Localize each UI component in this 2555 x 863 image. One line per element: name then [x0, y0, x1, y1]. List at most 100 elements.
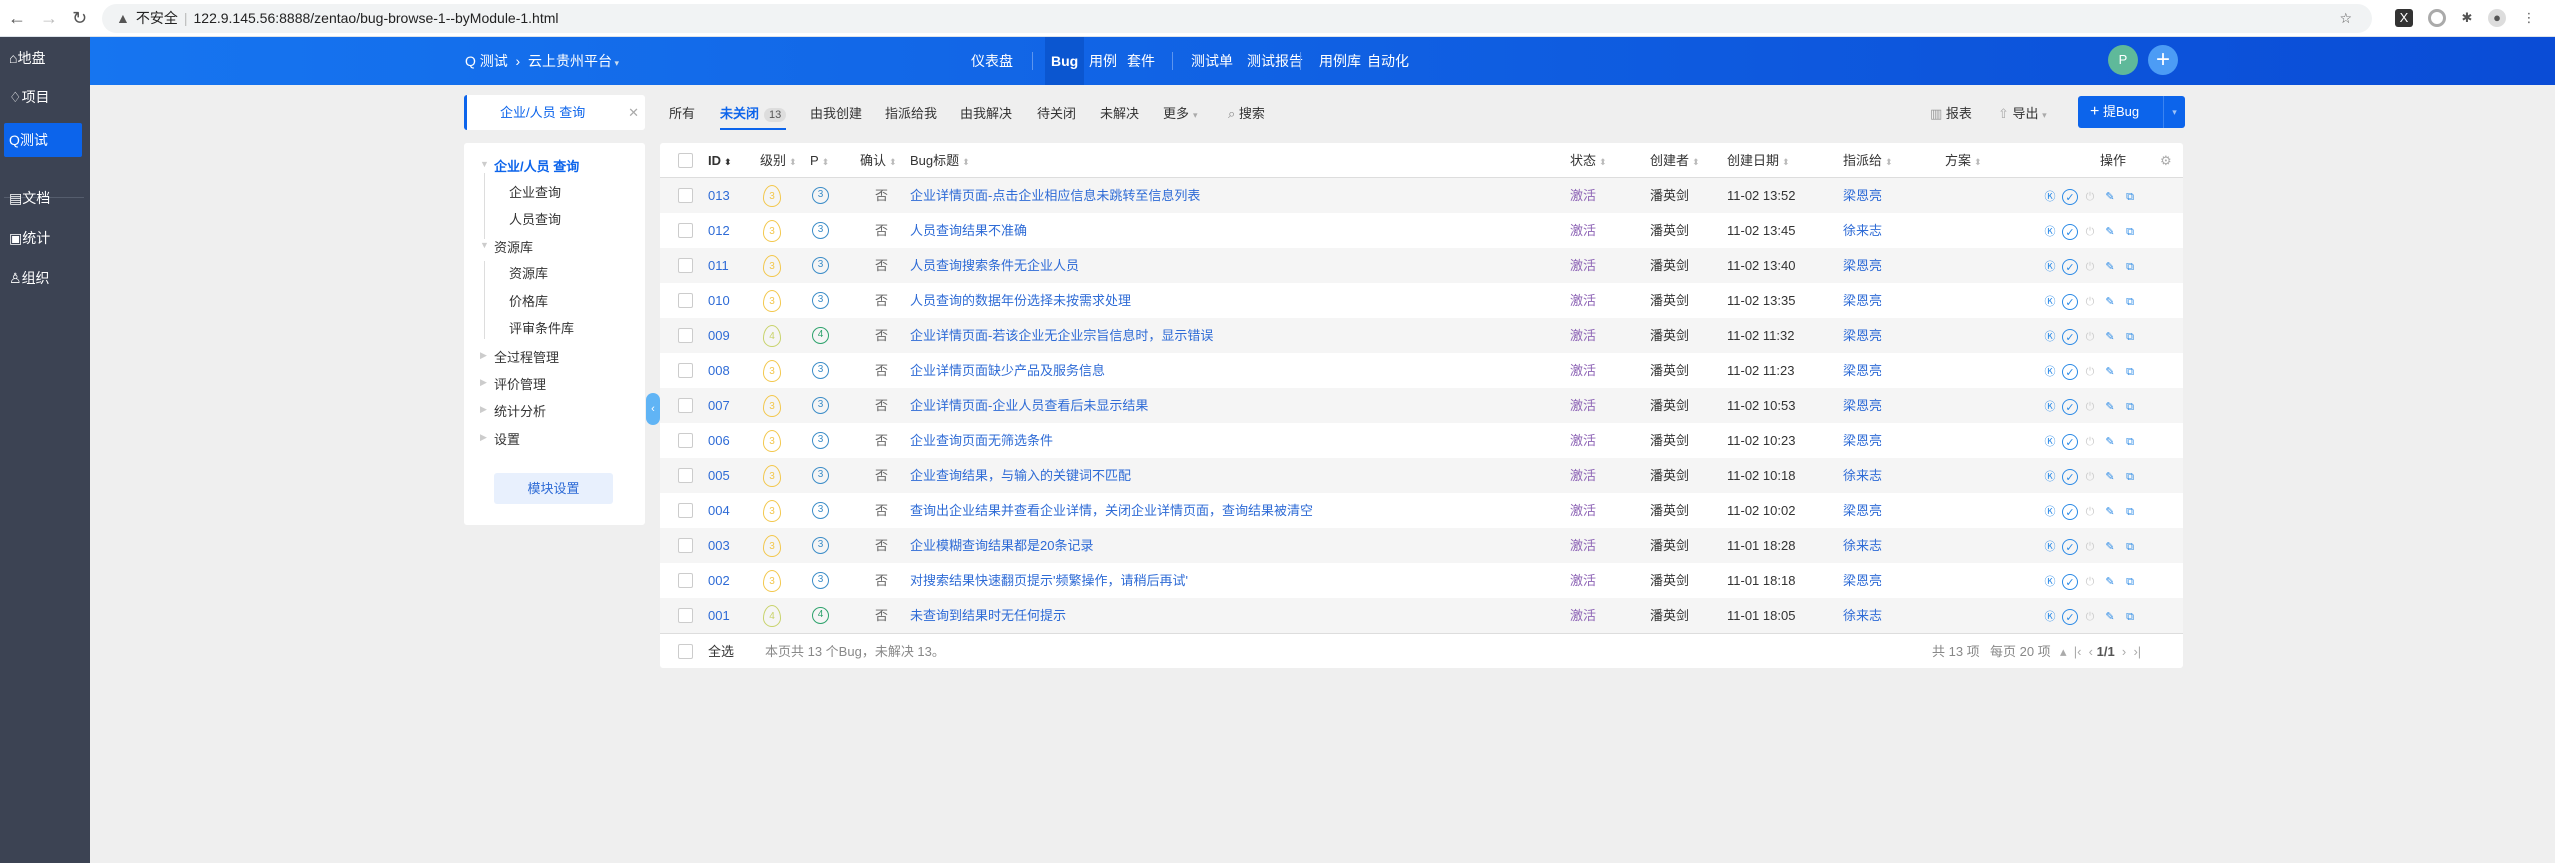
edit-icon[interactable]: ✎ — [2102, 189, 2118, 205]
extension-circle-icon[interactable] — [2428, 9, 2446, 27]
row-checkbox[interactable] — [678, 328, 693, 343]
assignee-link[interactable]: 徐来志 — [1843, 598, 1882, 633]
filter-tab[interactable]: 所有 — [669, 103, 695, 122]
resolve-check-icon[interactable]: ✓ — [2062, 608, 2078, 625]
copy-icon[interactable]: ⧉ — [2122, 399, 2138, 415]
confirm-ok-icon[interactable]: Ⓚ — [2042, 364, 2058, 380]
resolve-check-icon[interactable]: ✓ — [2062, 258, 2078, 275]
resolve-check-icon[interactable]: ✓ — [2062, 188, 2078, 205]
row-checkbox[interactable] — [678, 503, 693, 518]
tree-node[interactable]: 资源库 — [509, 263, 548, 282]
nav-tab[interactable]: 用例库 — [1313, 37, 1367, 85]
row-checkbox[interactable] — [678, 188, 693, 203]
create-plus-button[interactable]: + — [2148, 45, 2178, 75]
copy-icon[interactable]: ⧉ — [2122, 469, 2138, 485]
confirm-ok-icon[interactable]: Ⓚ — [2042, 609, 2058, 625]
row-checkbox[interactable] — [678, 538, 693, 553]
tree-node[interactable]: 评价管理 — [494, 374, 546, 393]
export-button[interactable]: ⇧ 导出 ▾ — [1998, 103, 2047, 122]
row-checkbox[interactable] — [678, 608, 693, 623]
assignee-link[interactable]: 徐来志 — [1843, 213, 1882, 248]
filter-tab[interactable]: 指派给我 — [885, 103, 937, 122]
pagination-controls[interactable]: ▴ |‹ ‹ 1/1 › ›| — [2060, 634, 2141, 669]
bug-title-link[interactable]: 人员查询的数据年份选择未按需求处理 — [910, 283, 1131, 318]
close-power-icon[interactable]: ⏻ — [2082, 259, 2098, 275]
confirm-ok-icon[interactable]: Ⓚ — [2042, 399, 2058, 415]
bug-id-link[interactable]: 006 — [708, 423, 730, 458]
copy-icon[interactable]: ⧉ — [2122, 294, 2138, 310]
edit-icon[interactable]: ✎ — [2102, 469, 2118, 485]
edit-icon[interactable]: ✎ — [2102, 574, 2118, 590]
bug-id-link[interactable]: 007 — [708, 388, 730, 423]
confirm-ok-icon[interactable]: Ⓚ — [2042, 539, 2058, 555]
caret-right-icon[interactable]: ▶ — [480, 377, 487, 388]
copy-icon[interactable]: ⧉ — [2122, 434, 2138, 450]
bug-title-link[interactable]: 企业详情页面-企业人员查看后未显示结果 — [910, 388, 1148, 423]
extension-x-icon[interactable]: X — [2395, 9, 2413, 27]
column-header[interactable]: 创建日期 ⬍ — [1727, 143, 1790, 180]
column-header[interactable]: 级别 ⬍ — [760, 143, 797, 180]
column-header[interactable]: Bug标题 ⬍ — [910, 143, 970, 180]
star-icon[interactable]: ☆ — [2339, 4, 2352, 33]
resolve-check-icon[interactable]: ✓ — [2062, 363, 2078, 380]
assignee-link[interactable]: 梁恩亮 — [1843, 178, 1882, 213]
assignee-link[interactable]: 梁恩亮 — [1843, 388, 1882, 423]
copy-icon[interactable]: ⧉ — [2122, 609, 2138, 625]
bug-title-link[interactable]: 企业查询页面无筛选条件 — [910, 423, 1053, 458]
edit-icon[interactable]: ✎ — [2102, 609, 2118, 625]
row-checkbox[interactable] — [678, 293, 693, 308]
collapse-sidebar-button[interactable]: ‹ — [646, 393, 660, 425]
bug-title-link[interactable]: 查询出企业结果并查看企业详情，关闭企业详情页面，查询结果被清空 — [910, 493, 1313, 528]
column-header[interactable]: P ⬍ — [810, 143, 829, 180]
bug-title-link[interactable]: 人员查询搜索条件无企业人员 — [910, 248, 1079, 283]
filter-tab[interactable]: 待关闭 — [1037, 103, 1076, 122]
nav-tab[interactable]: 测试报告 — [1241, 37, 1309, 85]
edit-icon[interactable]: ✎ — [2102, 364, 2118, 380]
bug-id-link[interactable]: 013 — [708, 178, 730, 213]
close-power-icon[interactable]: ⏻ — [2082, 224, 2098, 240]
edit-icon[interactable]: ✎ — [2102, 504, 2118, 520]
resolve-check-icon[interactable]: ✓ — [2062, 573, 2078, 590]
sidebar-item-stats[interactable]: ▣统计 — [4, 221, 82, 255]
resolve-check-icon[interactable]: ✓ — [2062, 223, 2078, 240]
close-power-icon[interactable]: ⏻ — [2082, 364, 2098, 380]
per-page-select[interactable]: 每页 20 项 — [1990, 634, 2051, 669]
column-header[interactable]: 方案 ⬍ — [1945, 143, 1982, 180]
resolve-check-icon[interactable]: ✓ — [2062, 293, 2078, 310]
copy-icon[interactable]: ⧉ — [2122, 364, 2138, 380]
bug-id-link[interactable]: 003 — [708, 528, 730, 563]
close-power-icon[interactable]: ⏻ — [2082, 469, 2098, 485]
confirm-ok-icon[interactable]: Ⓚ — [2042, 469, 2058, 485]
tree-node[interactable]: 企业查询 — [509, 182, 561, 201]
row-checkbox[interactable] — [678, 258, 693, 273]
bug-title-link[interactable]: 未查询到结果时无任何提示 — [910, 598, 1066, 633]
nav-tab[interactable]: 套件 — [1121, 37, 1161, 85]
tree-node[interactable]: 人员查询 — [509, 209, 561, 228]
address-bar[interactable]: ▲ 不安全 | 122.9.145.56:8888/zentao/bug-browse… — [102, 4, 2372, 33]
edit-icon[interactable]: ✎ — [2102, 539, 2118, 555]
close-icon[interactable]: ✕ — [628, 95, 639, 130]
module-settings-button[interactable]: 模块设置 — [494, 473, 613, 504]
profile-icon[interactable]: ● — [2488, 9, 2506, 27]
nav-tab[interactable]: 测试单 — [1185, 37, 1239, 85]
edit-icon[interactable]: ✎ — [2102, 434, 2118, 450]
bug-title-link[interactable]: 企业模糊查询结果都是20条记录 — [910, 528, 1093, 563]
column-header[interactable]: ID ⬍ — [708, 143, 732, 180]
assignee-link[interactable]: 梁恩亮 — [1843, 493, 1882, 528]
bug-id-link[interactable]: 011 — [708, 248, 729, 283]
confirm-ok-icon[interactable]: Ⓚ — [2042, 224, 2058, 240]
assignee-link[interactable]: 梁恩亮 — [1843, 283, 1882, 318]
copy-icon[interactable]: ⧉ — [2122, 539, 2138, 555]
back-icon[interactable]: ← — [8, 8, 26, 29]
assignee-link[interactable]: 梁恩亮 — [1843, 423, 1882, 458]
column-header[interactable]: 创建者 ⬍ — [1650, 143, 1700, 180]
confirm-ok-icon[interactable]: Ⓚ — [2042, 259, 2058, 275]
tree-node[interactable]: 价格库 — [509, 291, 548, 310]
bug-title-link[interactable]: 企业详情页面-若该企业无企业宗旨信息时，显示错误 — [910, 318, 1213, 353]
assignee-link[interactable]: 徐来志 — [1843, 528, 1882, 563]
assignee-link[interactable]: 梁恩亮 — [1843, 318, 1882, 353]
close-power-icon[interactable]: ⏻ — [2082, 574, 2098, 590]
tree-node[interactable]: 评审条件库 — [509, 318, 574, 337]
sidebar-item-test[interactable]: Q测试 — [4, 123, 82, 157]
tree-node[interactable]: 全过程管理 — [494, 347, 559, 366]
